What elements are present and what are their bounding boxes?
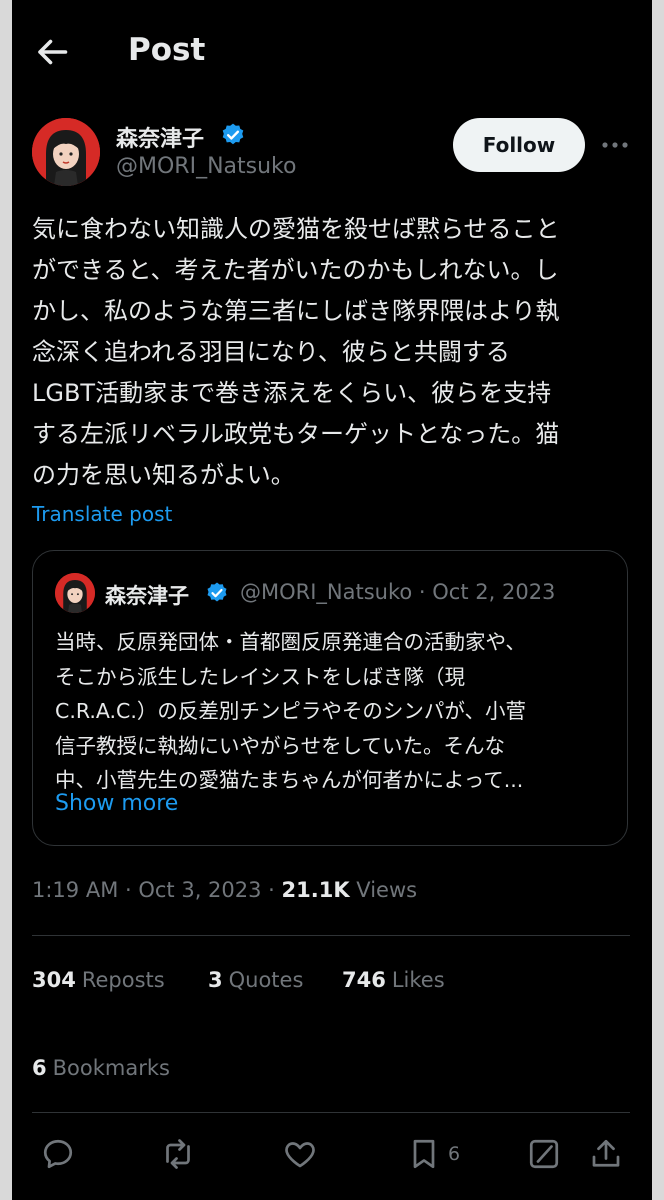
reposts-label: Reposts xyxy=(81,968,165,992)
views-count: 21.1K xyxy=(281,878,350,902)
page-title: Post xyxy=(128,32,206,68)
quote-card[interactable]: 森奈津子 @MORI_Natsuko · Oct 2, 2023 当時、反原発団… xyxy=(32,550,628,846)
like-button[interactable] xyxy=(282,1134,318,1174)
bookmarks-label: Bookmarks xyxy=(52,1056,170,1080)
post-text: 気に食わない知識人の愛猫を殺せば黙らせること ができると、考えた者がいたのかもし… xyxy=(32,215,560,489)
views-label: Views xyxy=(349,878,418,902)
arrow-left-icon[interactable] xyxy=(34,34,70,70)
quotes-label: Quotes xyxy=(228,968,304,992)
author-display-name[interactable]: 森奈津子 xyxy=(116,121,204,153)
reposts-count: 304 xyxy=(32,968,76,992)
share-icon xyxy=(592,1139,620,1167)
header: Post xyxy=(12,0,652,104)
quotes-stat[interactable]: 3 Quotes xyxy=(208,968,303,992)
quote-text: 当時、反原発団体・首都圏反原発連合の活動家や、 そこから派生したレイシストをしば… xyxy=(55,630,526,792)
time-date[interactable]: 1:19 AM · Oct 3, 2023 · xyxy=(32,878,282,902)
like-icon xyxy=(285,1142,315,1168)
divider xyxy=(32,935,630,936)
divider xyxy=(32,1112,630,1113)
grok-icon xyxy=(529,1139,559,1169)
repost-icon xyxy=(166,1139,190,1169)
likes-count: 746 xyxy=(342,968,386,992)
author-avatar[interactable] xyxy=(32,118,100,186)
show-more-link[interactable]: Show more xyxy=(55,791,178,816)
bookmark-icon xyxy=(413,1139,435,1169)
bookmarks-count: 6 xyxy=(32,1056,47,1080)
post-timestamp: 1:19 AM · Oct 3, 2023 · 21.1K Views xyxy=(32,878,417,902)
follow-button[interactable]: Follow xyxy=(453,118,585,172)
likes-label: Likes xyxy=(391,968,445,992)
more-horizontal-icon[interactable] xyxy=(598,132,632,158)
quote-verified-badge-icon xyxy=(205,581,229,605)
grok-button[interactable] xyxy=(526,1134,562,1174)
author-handle[interactable]: @MORI_Natsuko xyxy=(116,154,296,179)
quote-meta: @MORI_Natsuko · Oct 2, 2023 xyxy=(240,580,556,604)
quotes-count: 3 xyxy=(208,968,223,992)
quote-author-display-name: 森奈津子 xyxy=(105,584,189,608)
reposts-stat[interactable]: 304 Reposts xyxy=(32,968,165,992)
share-button[interactable] xyxy=(588,1134,624,1174)
translate-post-link[interactable]: Translate post xyxy=(32,502,172,526)
bookmarks-stat[interactable]: 6 Bookmarks xyxy=(32,1056,170,1080)
bookmark-count: 6 xyxy=(448,1143,461,1165)
verified-badge-icon[interactable] xyxy=(220,122,246,148)
quote-author-avatar xyxy=(55,573,95,613)
reply-button[interactable] xyxy=(40,1134,76,1174)
bookmark-button[interactable]: 6 xyxy=(406,1134,460,1174)
reply-icon xyxy=(43,1139,73,1169)
post-screen: Post 森奈津子 @MORI_Natsuko Follow 気に食わない知識人… xyxy=(12,0,652,1200)
likes-stat[interactable]: 746 Likes xyxy=(342,968,445,992)
repost-button[interactable] xyxy=(160,1134,196,1174)
